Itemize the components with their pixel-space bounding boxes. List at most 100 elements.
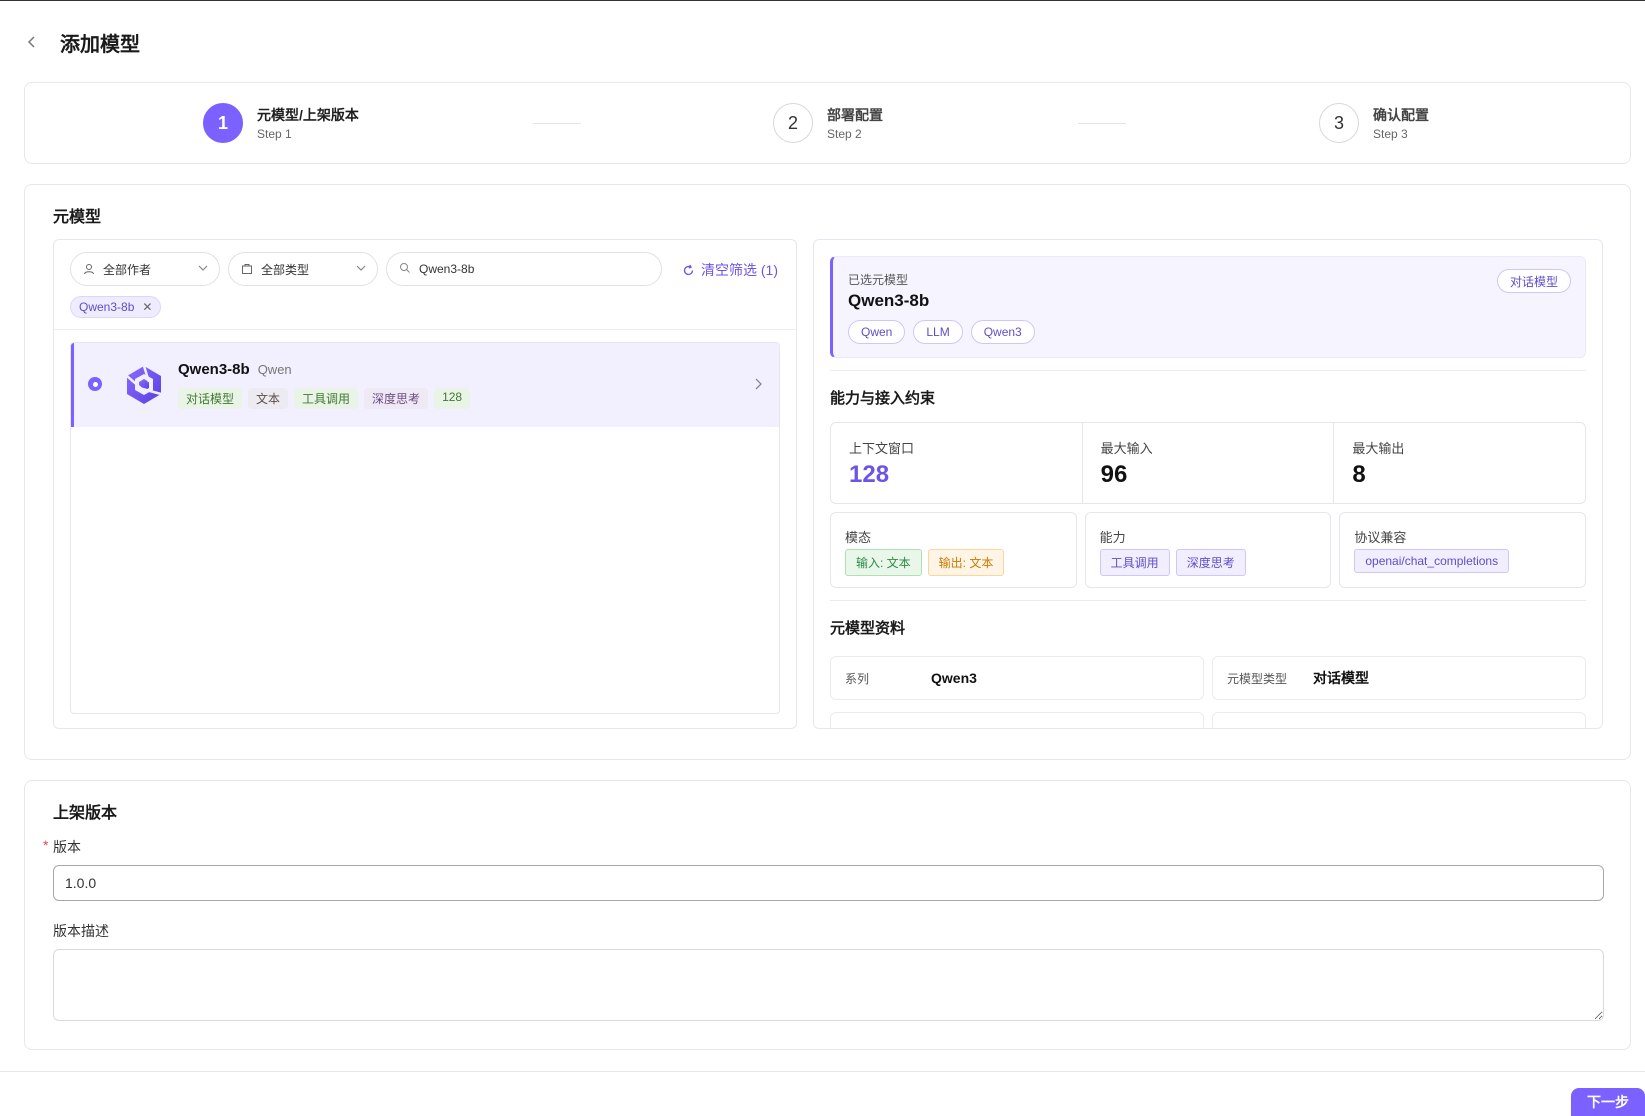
- author-filter-value: 全部作者: [103, 262, 152, 277]
- clear-filter-button[interactable]: 清空筛选 (1): [682, 260, 778, 280]
- protocol-tag: openai/chat_completions: [1354, 549, 1510, 573]
- version-label-text: 版本: [53, 839, 81, 855]
- refresh-icon: [682, 264, 695, 277]
- chevron-right-icon[interactable]: [753, 377, 763, 396]
- desc-label: 版本描述: [53, 923, 109, 939]
- info-row: 系列 Qwen3: [830, 656, 1204, 700]
- info-value: 对话模型: [1313, 670, 1369, 686]
- model-tag: 深度思考: [364, 388, 429, 409]
- chip-label: Qwen3-8b: [79, 300, 135, 314]
- metric-context-window: 上下文窗口 128: [831, 423, 1083, 503]
- cap-label: 协议兼容: [1354, 530, 1407, 545]
- metric-label: 最大输出: [1352, 441, 1405, 456]
- step-3[interactable]: 3 确认配置 Step 3: [1319, 103, 1429, 143]
- search-icon: [399, 262, 411, 277]
- selected-model-card: 已选元模型 Qwen3-8b 对话模型 Qwen LLM Qwen3: [830, 256, 1586, 358]
- step-2[interactable]: 2 部署配置 Step 2: [773, 103, 883, 143]
- page-title: 添加模型: [60, 33, 140, 56]
- step-1-subtitle: Step 1: [257, 126, 292, 141]
- model-list-panel: 全部作者 全部类型 Qwen3-8b 清空筛选 (1) Qwen3-8b ✕ Q…: [53, 239, 797, 729]
- info-value: Qwen3: [931, 670, 977, 686]
- box-icon: [241, 263, 253, 275]
- version-label: * 版本: [43, 837, 81, 857]
- section-title: 元模型: [53, 209, 102, 226]
- divider: [830, 370, 1586, 371]
- type-filter-value: 全部类型: [261, 262, 310, 277]
- protocol-card: 协议兼容 openai/chat_completions: [1339, 512, 1587, 588]
- divider: [54, 329, 796, 330]
- modality-tag: 输入: 文本: [845, 549, 922, 576]
- version-section: 上架版本 * 版本 版本描述: [24, 780, 1631, 1050]
- capability-cards: 模态 输入: 文本 输出: 文本 能力 工具调用 深度思考 协议兼容 opena…: [830, 512, 1587, 588]
- chevron-down-icon: [355, 262, 367, 277]
- next-step-button[interactable]: 下一步: [1571, 1088, 1645, 1116]
- close-icon[interactable]: ✕: [142, 300, 152, 314]
- model-tag: 工具调用: [294, 388, 359, 409]
- ability-tag: 深度思考: [1175, 549, 1246, 576]
- metric-value: 128: [849, 461, 890, 488]
- step-2-title: 部署配置: [827, 106, 883, 123]
- step-1[interactable]: 1 元模型/上架版本 Step 1: [203, 103, 359, 143]
- model-tag: 文本: [248, 388, 289, 409]
- step-1-title: 元模型/上架版本: [257, 106, 359, 123]
- chevron-down-icon: [197, 262, 209, 277]
- metric-label: 上下文窗口: [849, 441, 915, 456]
- modality-card: 模态 输入: 文本 输出: 文本: [830, 512, 1077, 588]
- info-key: 元模型类型: [1227, 671, 1288, 686]
- required-mark: *: [43, 837, 49, 853]
- step-2-number: 2: [773, 103, 813, 143]
- step-2-subtitle: Step 2: [827, 126, 862, 141]
- metric-max-input: 最大输入 96: [1083, 423, 1335, 503]
- info-row: 元模型类型 对话模型: [1212, 656, 1586, 700]
- steps-indicator: 1 元模型/上架版本 Step 1 2 部署配置 Step 2 3 确认配置 S…: [24, 82, 1631, 164]
- selected-radio[interactable]: [88, 377, 102, 391]
- model-tag: 128: [434, 388, 471, 409]
- model-list-item[interactable]: Qwen3-8b Qwen 对话模型 文本 工具调用 深度思考 128: [71, 343, 779, 427]
- author-filter-select[interactable]: 全部作者: [70, 252, 220, 286]
- divider: [830, 600, 1586, 601]
- type-filter-select[interactable]: 全部类型: [228, 252, 378, 286]
- info-title: 元模型资料: [830, 620, 906, 637]
- metric-max-output: 最大输出 8: [1334, 423, 1585, 503]
- capability-metrics: 上下文窗口 128 最大输入 96 最大输出 8: [830, 422, 1586, 504]
- selected-label: 已选元模型: [848, 273, 909, 287]
- selected-tag: LLM: [913, 320, 963, 344]
- step-3-number: 3: [1319, 103, 1359, 143]
- info-row-partial: [1212, 712, 1586, 728]
- step-connector: [1078, 123, 1126, 124]
- ability-card: 能力 工具调用 深度思考: [1084, 512, 1332, 588]
- info-key: 系列: [845, 671, 870, 686]
- info-row-partial: [830, 712, 1204, 728]
- cap-label: 模态: [845, 530, 872, 545]
- model-list: Qwen3-8b Qwen 对话模型 文本 工具调用 深度思考 128: [70, 342, 780, 714]
- version-description-input[interactable]: [53, 949, 1604, 1021]
- ability-tag: 工具调用: [1099, 549, 1170, 576]
- user-icon: [83, 263, 95, 275]
- model-author: Qwen: [257, 362, 292, 377]
- selected-model-name: Qwen3-8b: [848, 291, 930, 310]
- selected-tag: Qwen: [848, 320, 906, 344]
- step-1-number: 1: [203, 103, 243, 143]
- version-input[interactable]: [53, 865, 1604, 901]
- metric-label: 最大输入: [1100, 441, 1153, 456]
- model-name: Qwen3-8b: [178, 361, 250, 378]
- selected-tag: Qwen3: [970, 320, 1035, 344]
- page-header: 添加模型: [22, 27, 140, 57]
- step-3-subtitle: Step 3: [1373, 126, 1408, 141]
- step-3-title: 确认配置: [1373, 106, 1429, 123]
- section-title: 上架版本: [53, 805, 118, 822]
- modality-tag: 输出: 文本: [927, 549, 1005, 576]
- footer-divider: [0, 1071, 1645, 1072]
- model-tag: 对话模型: [178, 388, 243, 409]
- meta-model-section: 元模型 全部作者 全部类型 Qwen3-8b 清空筛选 (1) Qwen3-8b…: [24, 184, 1631, 760]
- model-type-badge: 对话模型: [1496, 269, 1571, 293]
- back-arrow-icon[interactable]: [22, 32, 42, 52]
- clear-filter-label: 清空筛选 (1): [701, 262, 778, 278]
- cap-label: 能力: [1099, 530, 1126, 545]
- step-connector: [533, 123, 581, 124]
- search-input[interactable]: [419, 262, 639, 276]
- metric-value: 8: [1352, 461, 1366, 488]
- model-search-box[interactable]: [386, 252, 662, 286]
- model-detail-panel: 已选元模型 Qwen3-8b 对话模型 Qwen LLM Qwen3 能力与接入…: [813, 239, 1603, 729]
- capabilities-title: 能力与接入约束: [830, 390, 936, 407]
